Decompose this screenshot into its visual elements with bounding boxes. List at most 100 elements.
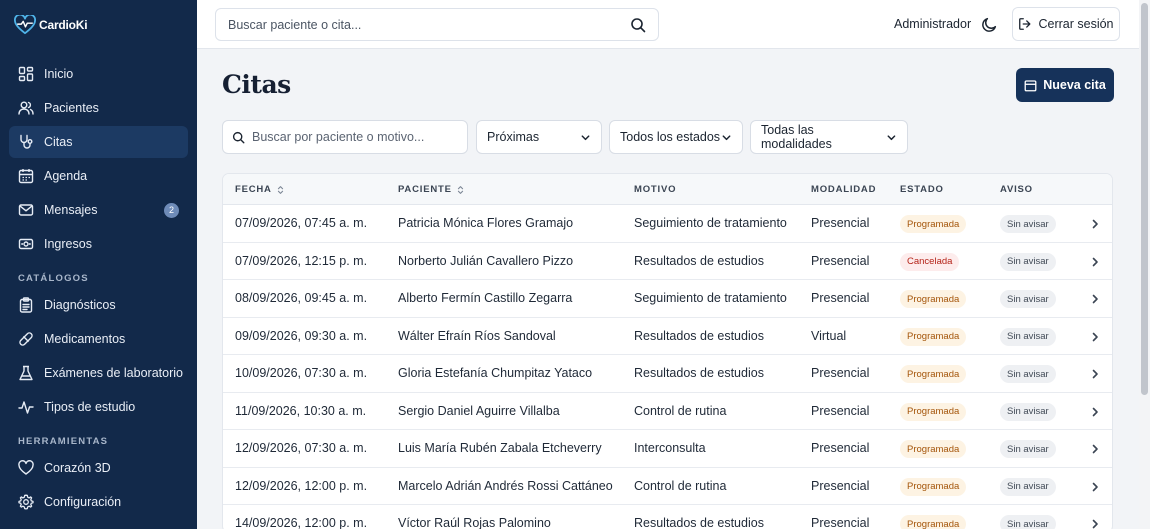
cell-fecha: 08/09/2026, 09:45 a. m. [235,291,368,305]
logout-button[interactable]: Cerrar sesión [1012,7,1120,41]
modality-select[interactable]: Todas las modalidades [750,120,908,154]
column-header-aviso: AVISO [1000,184,1033,195]
cell-motivo: Resultados de estudios [634,328,764,343]
sidebar: CardioKi Inicio Pacientes Citas Agenda M… [0,0,197,529]
sort-icon [277,185,283,194]
cell-motivo: Interconsulta [634,441,706,455]
user-name[interactable]: Administrador [894,17,971,31]
chevron-right-icon[interactable] [1089,368,1101,380]
page-scrollbar[interactable] [1139,0,1150,529]
sidebar-item-citas[interactable]: Citas [9,126,188,158]
sidebar-item-medicamentos[interactable]: Medicamentos [9,323,188,355]
cell-motivo: Resultados de estudios [634,366,764,380]
table-header: FECHA PACIENTE MOTIVO MODALIDAD ESTADO A… [223,174,1112,205]
sidebar-item-pacientes[interactable]: Pacientes [9,92,188,124]
moon-icon[interactable] [981,16,998,33]
sidebar-item-corazon-3d[interactable]: Corazón 3D [9,452,188,484]
modality-select-value: Todas las modalidades [761,123,832,151]
sidebar-item-label: Medicamentos [44,332,126,346]
heart-icon [18,460,34,475]
notice-badge: Sin avisar [1000,477,1056,496]
cell-motivo: Control de rutina [634,478,727,493]
cell-paciente: Wálter Efraín Ríos Sandoval [398,328,556,343]
cell-modalidad: Presencial [811,441,870,455]
notice-badge: Sin avisar [1000,515,1056,529]
cell-modalidad: Virtual [811,328,847,343]
sidebar-item-tipos-estudio[interactable]: Tipos de estudio [9,391,188,423]
chevron-right-icon[interactable] [1089,293,1101,305]
status-badge: Programada [900,477,967,496]
table-row[interactable]: 14/09/2026, 12:00 p. m. Víctor Raúl Rojas… [223,505,1112,529]
column-header-label: FECHA [235,184,272,195]
chevron-right-icon[interactable] [1089,481,1101,493]
status-select[interactable]: Todos los estados [609,120,743,154]
pill-icon [19,332,33,346]
heart-pulse-icon [14,15,36,35]
cell-paciente: Marcelo Adrián Andrés Rossi Cattáneo [398,478,613,493]
cell-paciente: Patricia Mónica Flores Gramajo [398,216,574,230]
chevron-right-icon[interactable] [1089,331,1101,343]
page-title: Citas [222,70,291,99]
cell-paciente: Víctor Raúl Rojas Palomino [398,516,551,529]
column-header-fecha[interactable]: FECHA [235,184,285,195]
notice-badge: Sin avisar [1000,327,1056,346]
notice-badge: Sin avisar [1000,215,1056,233]
scrollbar-thumb[interactable] [1141,3,1148,395]
calendar-icon [18,169,34,184]
cell-fecha: 12/09/2026, 07:30 a. m. [235,441,368,455]
users-icon [18,101,34,115]
sidebar-item-mensajes[interactable]: Mensajes 2 [9,194,188,226]
table-row[interactable]: 09/09/2026, 09:30 a. m. Wálter Efraín Río… [223,318,1112,355]
column-header-paciente[interactable]: PACIENTE [398,184,465,195]
cell-fecha: 14/09/2026, 12:00 p. m. [235,516,368,529]
chevron-right-icon[interactable] [1089,406,1101,418]
appointments-table: FECHA PACIENTE MOTIVO MODALIDAD ESTADO A… [222,173,1113,529]
sidebar-item-label: Tipos de estudio [44,400,136,414]
cell-motivo: Control de rutina [634,403,727,418]
new-appointment-button[interactable]: Nueva cita [1016,68,1114,102]
status-badge: Programada [900,327,967,346]
sidebar-item-examenes[interactable]: Exámenes de laboratorio [9,357,188,389]
sidebar-item-ingresos[interactable]: Ingresos [9,228,188,260]
table-row[interactable]: 08/09/2026, 09:45 a. m. Alberto Fermín Ca… [223,280,1112,318]
table-row[interactable]: 12/09/2026, 12:00 p. m. Marcelo Adrián An… [223,468,1112,505]
column-header-label: PACIENTE [398,184,452,195]
table-row[interactable]: 10/09/2026, 07:30 a. m. Gloria Estefanía … [223,355,1112,393]
sidebar-item-inicio[interactable]: Inicio [9,58,188,90]
global-search-input[interactable]: Buscar paciente o cita... [215,8,659,41]
notice-badge: Sin avisar [1000,252,1056,271]
table-row[interactable]: 11/09/2026, 10:30 a. m. Sergio Daniel Agu… [223,393,1112,430]
banknote-icon [18,238,34,250]
grid-icon [18,66,34,82]
status-badge: Programada [900,440,967,458]
cell-fecha: 09/09/2026, 09:30 a. m. [235,328,368,343]
chevron-right-icon[interactable] [1089,443,1101,455]
section-title-herramientas: HERRAMIENTAS [18,436,109,447]
period-select[interactable]: Próximas [476,120,602,154]
sidebar-item-label: Corazón 3D [44,461,111,475]
chevron-right-icon[interactable] [1089,218,1101,230]
logout-icon [1019,18,1031,30]
cell-paciente: Alberto Fermín Castillo Zegarra [398,291,573,305]
sidebar-item-label: Mensajes [44,203,98,217]
chevron-right-icon[interactable] [1089,518,1101,529]
chevron-down-icon [722,134,731,140]
brand-logo[interactable]: CardioKi [14,14,88,36]
sidebar-item-label: Diagnósticos [44,298,116,312]
table-row[interactable]: 12/09/2026, 07:30 a. m. Luis María Rubén … [223,430,1112,468]
sidebar-item-label: Ingresos [44,237,92,251]
cell-motivo: Resultados de estudios [634,253,764,268]
new-appointment-label: Nueva cita [1043,78,1106,92]
appointment-search-input[interactable]: Buscar por paciente o motivo... [222,120,468,154]
notice-badge: Sin avisar [1000,365,1056,383]
status-badge: Programada [900,215,967,233]
status-badge: Cancelada [900,252,960,271]
sidebar-item-diagnosticos[interactable]: Diagnósticos [9,289,188,321]
search-icon[interactable] [630,17,646,33]
chevron-right-icon[interactable] [1089,256,1101,268]
table-row[interactable]: 07/09/2026, 07:45 a. m. Patricia Mónica F… [223,205,1112,243]
sidebar-item-agenda[interactable]: Agenda [9,160,188,192]
table-row[interactable]: 07/09/2026, 12:15 p. m. Norberto Julián C… [223,243,1112,280]
sidebar-item-configuracion[interactable]: Configuración [9,486,188,518]
sidebar-item-label: Inicio [44,67,74,81]
